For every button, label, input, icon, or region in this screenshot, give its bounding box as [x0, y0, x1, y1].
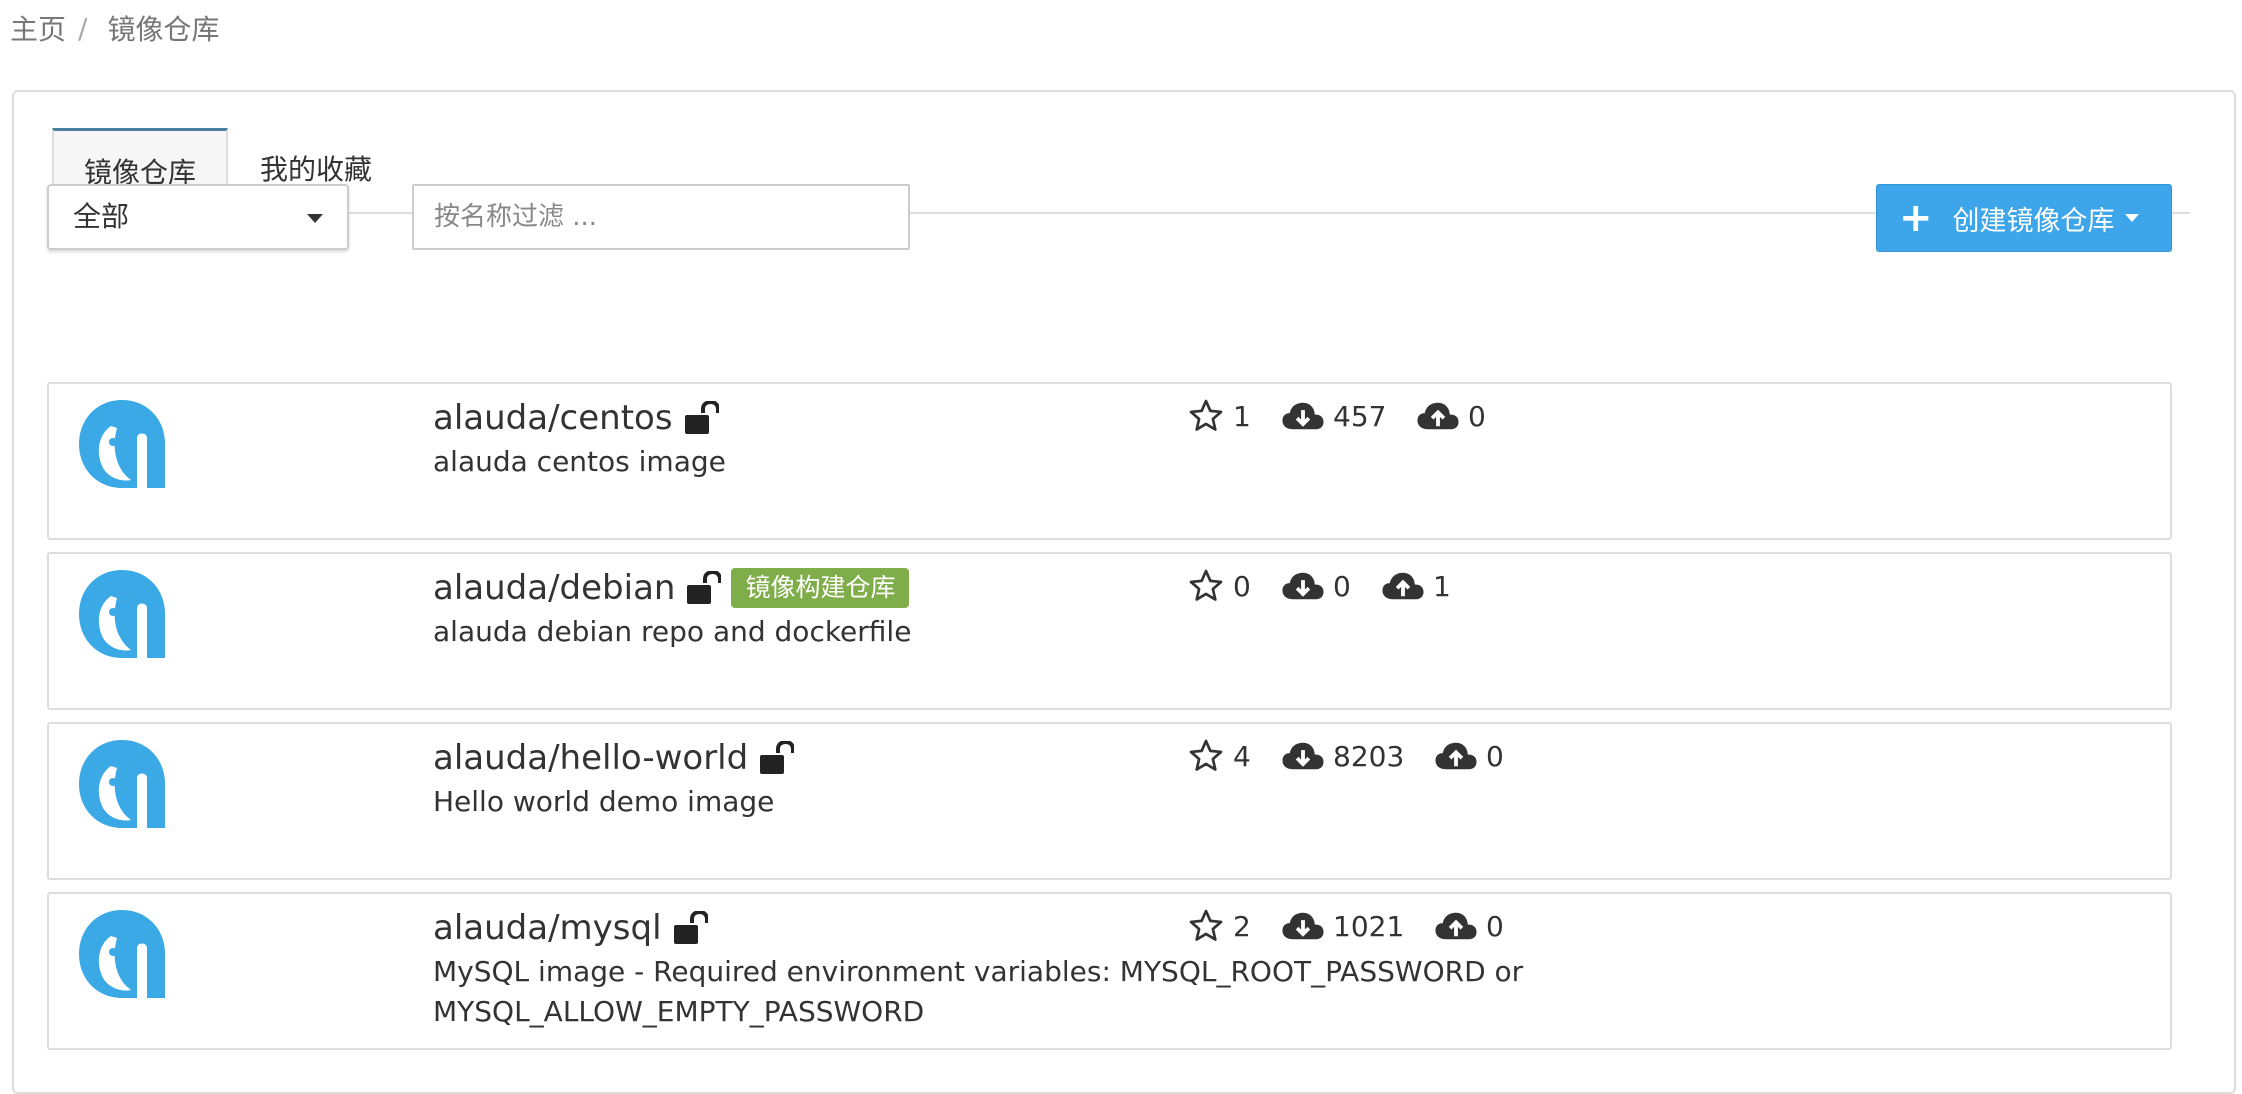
pull-stat: 0 [1281, 568, 1351, 604]
star-stat[interactable]: 0 [1187, 568, 1251, 604]
alauda-logo-icon [79, 570, 165, 658]
unlock-icon [760, 741, 795, 774]
star-stat[interactable]: 1 [1187, 398, 1251, 434]
repository-item[interactable]: alauda/debian 镜像构建仓库 alauda debian repo … [47, 552, 2172, 710]
build-repository-badge: 镜像构建仓库 [731, 567, 910, 609]
star-count: 2 [1233, 909, 1251, 943]
push-count: 0 [1468, 399, 1486, 433]
push-count: 1 [1433, 569, 1451, 603]
repository-description: MySQL image - Required environment varia… [433, 955, 1524, 1028]
star-icon [1189, 399, 1223, 431]
repository-item[interactable]: alauda/centos alauda centos image 1 457 [47, 382, 2172, 540]
repository-name[interactable]: alauda/hello-world [433, 738, 748, 778]
breadcrumb: 主页 / 镜像仓库 [10, 8, 219, 48]
star-count: 1 [1233, 399, 1251, 433]
pull-count: 1021 [1333, 909, 1405, 943]
plus-icon: + [1899, 195, 1933, 241]
repository-name[interactable]: alauda/centos [433, 398, 673, 438]
alauda-logo-icon [79, 400, 165, 488]
cloud-download-icon [1282, 742, 1324, 770]
cloud-upload-icon [1435, 742, 1477, 770]
push-count: 0 [1486, 909, 1504, 943]
repository-item[interactable]: alauda/hello-world Hello world demo imag… [47, 722, 2172, 880]
pull-stat: 1021 [1281, 908, 1404, 944]
repository-description: alauda centos image [433, 445, 726, 478]
repository-title-row: alauda/debian 镜像构建仓库 [433, 566, 910, 610]
repository-title-row: alauda/centos [433, 396, 719, 440]
scope-select[interactable]: 全部 [47, 184, 349, 250]
pull-count: 0 [1333, 569, 1351, 603]
push-count: 0 [1486, 739, 1504, 773]
star-icon [1189, 569, 1223, 601]
create-repository-label: 创建镜像仓库 [1952, 205, 2115, 237]
cloud-upload-icon [1382, 572, 1424, 600]
repository-description: alauda debian repo and dockerfile [433, 615, 912, 648]
star-icon [1189, 739, 1223, 771]
caret-down-icon [307, 214, 323, 223]
name-filter-input[interactable] [412, 184, 910, 250]
star-count: 4 [1233, 739, 1251, 773]
pull-count: 8203 [1333, 739, 1405, 773]
breadcrumb-current: 镜像仓库 [107, 13, 220, 46]
repository-name[interactable]: alauda/mysql [433, 908, 662, 948]
create-repository-button[interactable]: + 创建镜像仓库 [1876, 184, 2172, 252]
pull-count: 457 [1333, 399, 1387, 433]
cloud-upload-icon [1435, 912, 1477, 940]
alauda-logo-icon [79, 910, 165, 998]
repository-description: Hello world demo image [433, 785, 775, 818]
breadcrumb-home[interactable]: 主页 [10, 8, 66, 48]
star-count: 0 [1233, 569, 1251, 603]
caret-down-icon [2124, 214, 2139, 222]
cloud-download-icon [1282, 572, 1324, 600]
star-stat[interactable]: 4 [1187, 738, 1251, 774]
pull-stat: 457 [1281, 398, 1386, 434]
cloud-download-icon [1282, 912, 1324, 940]
star-stat[interactable]: 2 [1187, 908, 1251, 944]
pull-stat: 8203 [1281, 738, 1404, 774]
star-icon [1189, 909, 1223, 941]
repository-item[interactable]: alauda/mysql MySQL image - Required envi… [47, 892, 2172, 1050]
repository-title-row: alauda/mysql [433, 906, 708, 950]
unlock-icon [684, 401, 719, 434]
repository-name[interactable]: alauda/debian [433, 568, 675, 608]
breadcrumb-separator: / [78, 11, 88, 45]
push-stat: 1 [1381, 568, 1451, 604]
cloud-download-icon [1282, 402, 1324, 430]
repository-title-row: alauda/hello-world [433, 736, 795, 780]
push-stat: 0 [1434, 908, 1504, 944]
tab-bar: 镜像仓库 我的收藏 [52, 128, 2190, 214]
push-stat: 0 [1416, 398, 1486, 434]
cloud-upload-icon [1417, 402, 1459, 430]
alauda-logo-icon [79, 740, 165, 828]
push-stat: 0 [1434, 738, 1504, 774]
scope-select-value: 全部 [73, 200, 130, 233]
unlock-icon [673, 911, 708, 944]
unlock-icon [687, 571, 722, 604]
